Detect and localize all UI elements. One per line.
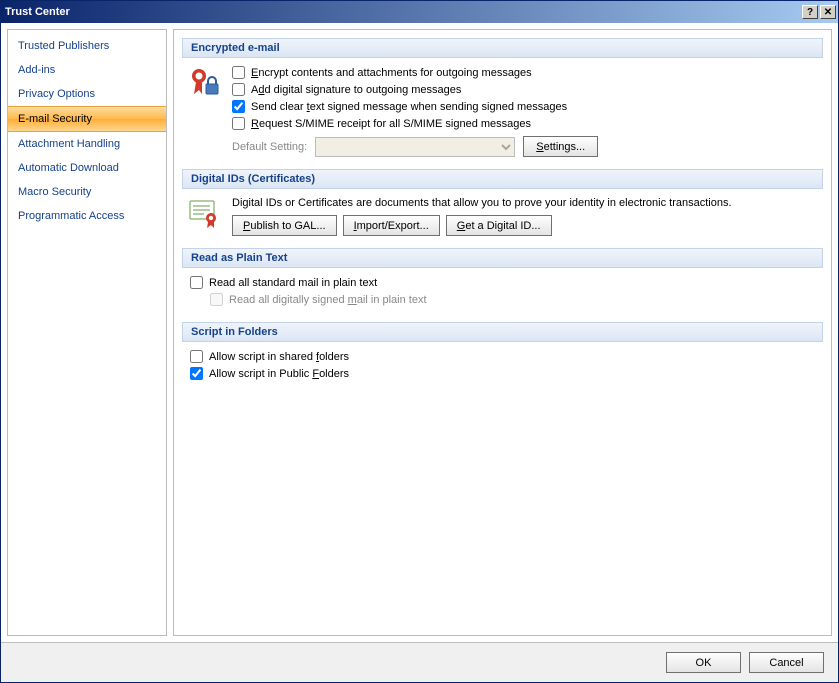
script-content: Allow script in shared folders Allow scr…	[190, 350, 819, 384]
sidebar-item-privacy-options[interactable]: Privacy Options	[8, 82, 166, 106]
section-header-script: Script in Folders	[182, 322, 823, 342]
certificate-icon	[186, 197, 222, 236]
titlebar: Trust Center ? ✕	[1, 1, 838, 23]
read-signed-checkbox	[210, 293, 223, 306]
script-shared-label: Allow script in shared folders	[209, 351, 349, 363]
settings-button[interactable]: Settings...	[523, 136, 598, 157]
default-setting-row: Default Setting: Settings...	[232, 136, 819, 157]
get-digital-id-button[interactable]: Get a Digital ID...	[446, 215, 552, 236]
section-encrypted: Encrypt contents and attachments for out…	[182, 66, 823, 169]
script-public-checkbox-row: Allow script in Public Folders	[190, 367, 819, 380]
sign-label: Add digital signature to outgoing messag…	[251, 84, 461, 96]
read-signed-label: Read all digitally signed mail in plain …	[229, 294, 427, 306]
encrypt-checkbox[interactable]	[232, 66, 245, 79]
digitalids-buttons: Publish to GAL... Import/Export... Get a…	[232, 215, 819, 236]
section-header-encrypted: Encrypted e-mail	[182, 38, 823, 58]
script-shared-checkbox[interactable]	[190, 350, 203, 363]
section-header-digitalids: Digital IDs (Certificates)	[182, 169, 823, 189]
ok-button[interactable]: OK	[666, 652, 741, 673]
close-button[interactable]: ✕	[820, 5, 836, 19]
encrypted-email-icon	[186, 66, 222, 157]
trust-center-window: Trust Center ? ✕ Trusted Publishers Add-…	[0, 0, 839, 683]
sidebar-item-trusted-publishers[interactable]: Trusted Publishers	[8, 34, 166, 58]
read-all-label: Read all standard mail in plain text	[209, 277, 377, 289]
sidebar-item-automatic-download[interactable]: Automatic Download	[8, 156, 166, 180]
section-script: Allow script in shared folders Allow scr…	[182, 350, 823, 396]
main-panel: Encrypted e-mail Encrypt contents and at…	[173, 29, 832, 636]
default-setting-label: Default Setting:	[232, 141, 307, 153]
help-button[interactable]: ?	[802, 5, 818, 19]
sign-checkbox-row: Add digital signature to outgoing messag…	[232, 83, 819, 96]
encrypted-content: Encrypt contents and attachments for out…	[232, 66, 819, 157]
script-public-checkbox[interactable]	[190, 367, 203, 380]
section-digitalids: Digital IDs or Certificates are document…	[182, 197, 823, 248]
sidebar-item-add-ins[interactable]: Add-ins	[8, 58, 166, 82]
window-title: Trust Center	[5, 6, 70, 18]
digitalids-desc: Digital IDs or Certificates are document…	[232, 197, 819, 209]
sidebar-item-attachment-handling[interactable]: Attachment Handling	[8, 132, 166, 156]
encrypt-label: Encrypt contents and attachments for out…	[251, 67, 532, 79]
sidebar: Trusted Publishers Add-ins Privacy Optio…	[7, 29, 167, 636]
read-all-checkbox[interactable]	[190, 276, 203, 289]
dialog-footer: OK Cancel	[1, 642, 838, 682]
receipt-checkbox-row: Request S/MIME receipt for all S/MIME si…	[232, 117, 819, 130]
receipt-label: Request S/MIME receipt for all S/MIME si…	[251, 118, 531, 130]
script-public-label: Allow script in Public Folders	[209, 368, 349, 380]
sidebar-item-email-security[interactable]: E-mail Security	[8, 106, 166, 132]
read-all-checkbox-row: Read all standard mail in plain text	[190, 276, 819, 289]
dialog-body: Trusted Publishers Add-ins Privacy Optio…	[1, 23, 838, 642]
cleartext-checkbox-row: Send clear text signed message when send…	[232, 100, 819, 113]
section-header-plaintext: Read as Plain Text	[182, 248, 823, 268]
cleartext-checkbox[interactable]	[232, 100, 245, 113]
titlebar-controls: ? ✕	[802, 5, 836, 19]
plaintext-content: Read all standard mail in plain text Rea…	[190, 276, 819, 310]
script-shared-checkbox-row: Allow script in shared folders	[190, 350, 819, 363]
import-export-button[interactable]: Import/Export...	[343, 215, 440, 236]
digitalids-content: Digital IDs or Certificates are document…	[232, 197, 819, 236]
sidebar-item-macro-security[interactable]: Macro Security	[8, 180, 166, 204]
cancel-button[interactable]: Cancel	[749, 652, 824, 673]
encrypt-checkbox-row: Encrypt contents and attachments for out…	[232, 66, 819, 79]
publish-gal-button[interactable]: Publish to GAL...	[232, 215, 337, 236]
read-signed-checkbox-row: Read all digitally signed mail in plain …	[210, 293, 819, 306]
default-setting-select[interactable]	[315, 137, 515, 157]
receipt-checkbox[interactable]	[232, 117, 245, 130]
sidebar-item-programmatic-access[interactable]: Programmatic Access	[8, 204, 166, 228]
sign-checkbox[interactable]	[232, 83, 245, 96]
cleartext-label: Send clear text signed message when send…	[251, 101, 567, 113]
section-plaintext: Read all standard mail in plain text Rea…	[182, 276, 823, 322]
